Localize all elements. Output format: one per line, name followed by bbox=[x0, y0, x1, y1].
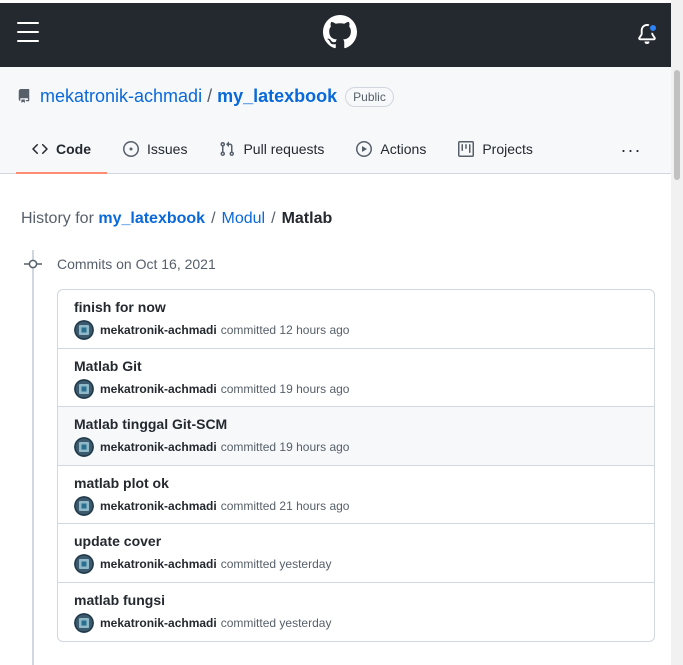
commit-message-link[interactable]: update cover bbox=[74, 533, 638, 549]
commit-row[interactable]: finish for now mekatronik-achmadi commit… bbox=[58, 290, 654, 349]
commit-meta: mekatronik-achmadi committed 21 hours ag… bbox=[74, 495, 638, 516]
avatar[interactable] bbox=[74, 320, 94, 340]
repo-title: mekatronik-achmadi / my_latexbook Public bbox=[40, 86, 394, 107]
tab-label: Issues bbox=[147, 141, 188, 157]
timeline-line bbox=[32, 250, 34, 665]
issue-opened-icon bbox=[123, 141, 139, 157]
breadcrumb-prefix: History for bbox=[21, 210, 94, 227]
commit-author-link[interactable]: mekatronik-achmadi bbox=[100, 323, 217, 337]
commit-list: finish for now mekatronik-achmadi commit… bbox=[57, 289, 655, 642]
commit-action: committed bbox=[220, 381, 277, 396]
commit-row[interactable]: matlab plot ok mekatronik-achmadi commit… bbox=[58, 466, 654, 524]
commit-message-link[interactable]: matlab fungsi bbox=[74, 592, 638, 608]
tab-pull-requests[interactable]: Pull requests bbox=[203, 126, 340, 172]
commit-message-link[interactable]: Matlab Git bbox=[74, 358, 638, 374]
avatar[interactable] bbox=[74, 612, 94, 633]
commit-meta: mekatronik-achmadi committed yesterday bbox=[74, 612, 638, 633]
tab-label: Actions bbox=[380, 141, 427, 157]
git-commit-icon bbox=[24, 259, 42, 269]
commit-author-link[interactable]: mekatronik-achmadi bbox=[100, 440, 217, 454]
repo-separator: / bbox=[207, 86, 213, 106]
git-pull-request-icon bbox=[220, 141, 235, 157]
play-icon bbox=[356, 141, 373, 157]
commit-message-link[interactable]: matlab plot ok bbox=[74, 475, 638, 491]
commit-row[interactable]: update cover mekatronik-achmadi committe… bbox=[58, 524, 654, 583]
github-logo-icon[interactable] bbox=[323, 15, 357, 49]
breadcrumb-separator: / bbox=[211, 210, 216, 227]
more-tabs-kebab-icon[interactable]: ··· bbox=[616, 138, 646, 162]
visibility-badge: Public bbox=[345, 86, 394, 107]
commit-author-link[interactable]: mekatronik-achmadi bbox=[100, 616, 217, 630]
commit-row[interactable]: matlab fungsi mekatronik-achmadi committ… bbox=[58, 583, 654, 642]
commit-action: committed bbox=[220, 498, 277, 513]
commit-meta: mekatronik-achmadi committed yesterday bbox=[74, 554, 638, 574]
commit-time: 21 hours ago bbox=[279, 498, 350, 513]
hamburger-menu-icon[interactable] bbox=[17, 22, 39, 42]
commit-row[interactable]: Matlab tinggal Git-SCM mekatronik-achmad… bbox=[58, 407, 654, 466]
commit-author-link[interactable]: mekatronik-achmadi bbox=[100, 499, 217, 513]
commit-time: 19 hours ago bbox=[279, 440, 350, 454]
tab-label: Code bbox=[56, 141, 91, 157]
commit-action: committed bbox=[220, 557, 277, 571]
commit-meta: mekatronik-achmadi committed 19 hours ag… bbox=[74, 437, 638, 457]
tab-actions[interactable]: Actions bbox=[340, 126, 442, 172]
commit-action: committed bbox=[220, 615, 277, 630]
commit-row[interactable]: Matlab Git mekatronik-achmadi committed … bbox=[58, 349, 654, 407]
commit-time: yesterday bbox=[279, 557, 332, 571]
commit-time: yesterday bbox=[279, 615, 332, 630]
repo-icon bbox=[18, 89, 30, 103]
scrollbar-thumb[interactable] bbox=[674, 70, 680, 180]
commit-time: 19 hours ago bbox=[279, 381, 350, 396]
commits-group-title: Commits on Oct 16, 2021 bbox=[57, 256, 216, 272]
avatar[interactable] bbox=[74, 437, 94, 457]
breadcrumb-separator: / bbox=[271, 210, 276, 227]
breadcrumb-folder-link[interactable]: Modul bbox=[222, 210, 266, 228]
commit-meta: mekatronik-achmadi committed 12 hours ag… bbox=[74, 320, 638, 340]
repo-owner-link[interactable]: mekatronik-achmadi bbox=[40, 86, 202, 107]
code-icon bbox=[32, 143, 48, 155]
repo-tabs: Code Issues Pull requests Actions Projec… bbox=[16, 126, 549, 174]
avatar[interactable] bbox=[74, 495, 94, 516]
breadcrumb-current: Matlab bbox=[281, 210, 333, 227]
tab-issues[interactable]: Issues bbox=[107, 126, 203, 172]
tab-label: Pull requests bbox=[243, 141, 325, 157]
table-icon bbox=[458, 141, 475, 157]
commit-action: committed bbox=[220, 440, 277, 454]
tab-code[interactable]: Code bbox=[16, 126, 107, 174]
avatar[interactable] bbox=[74, 554, 94, 574]
repo-name-link[interactable]: my_latexbook bbox=[217, 86, 337, 107]
notification-indicator bbox=[648, 23, 658, 33]
tab-label: Projects bbox=[482, 141, 533, 157]
commit-message-link[interactable]: finish for now bbox=[74, 299, 638, 315]
tab-projects[interactable]: Projects bbox=[442, 126, 549, 172]
avatar[interactable] bbox=[74, 378, 94, 399]
breadcrumb: History for my_latexbook / Modul / Matla… bbox=[21, 210, 332, 228]
breadcrumb-repo-link[interactable]: my_latexbook bbox=[98, 210, 205, 228]
commit-meta: mekatronik-achmadi committed 19 hours ag… bbox=[74, 378, 638, 399]
commit-message-link[interactable]: Matlab tinggal Git-SCM bbox=[74, 416, 638, 432]
commit-action: committed bbox=[220, 323, 277, 337]
commit-time: 12 hours ago bbox=[279, 323, 350, 337]
commit-author-link[interactable]: mekatronik-achmadi bbox=[100, 557, 217, 571]
commit-author-link[interactable]: mekatronik-achmadi bbox=[100, 382, 217, 396]
